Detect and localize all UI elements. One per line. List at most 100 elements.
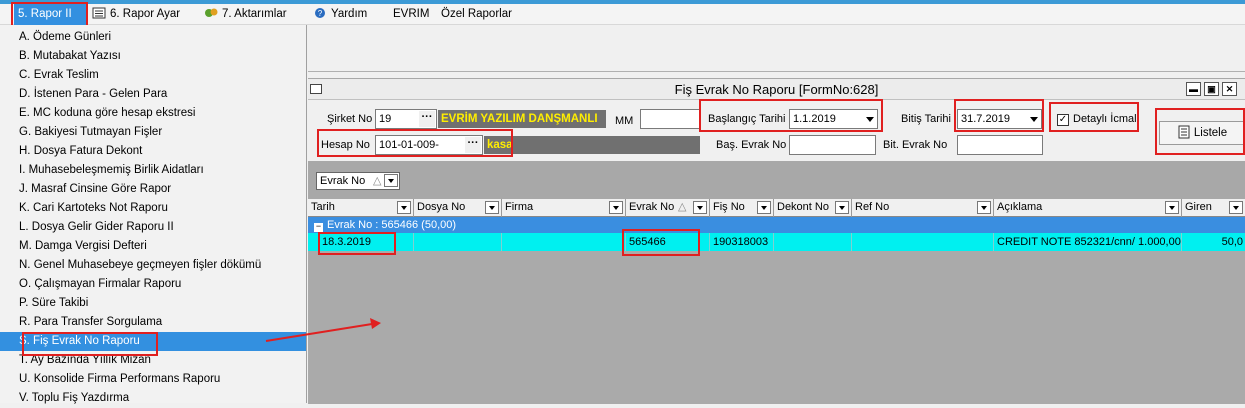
baslangic-tarihi-combo[interactable]: 1.1.2019 [789, 109, 878, 129]
close-icon[interactable]: ✕ [1222, 82, 1237, 96]
hesap-no-field[interactable]: 101-01-009- ··· [375, 135, 483, 155]
listele-button[interactable]: Listele [1159, 121, 1245, 145]
dropdown-item[interactable]: C. Evrak Teslim [0, 66, 306, 85]
dropdown-item[interactable]: A. Ödeme Günleri [0, 28, 306, 47]
column-tarih-label: Tarih [311, 201, 335, 213]
cell-fis-no: 190318003 [710, 233, 774, 251]
column-giren[interactable]: Giren [1182, 199, 1245, 217]
detayli-icmal-checkbox[interactable]: ✓ [1057, 114, 1069, 126]
column-firma[interactable]: Firma [502, 199, 626, 217]
column-aciklama-label: Açıklama [997, 201, 1043, 213]
minimize-icon[interactable]: ▬ [1186, 82, 1201, 96]
column-dekont-no[interactable]: Dekont No [774, 199, 852, 217]
cell-ref-no [852, 233, 994, 251]
group-by-label: Evrak No [320, 175, 366, 187]
dropdown-item[interactable]: K. Cari Kartoteks Not Raporu [0, 199, 306, 218]
form-title: Fiş Evrak No Raporu [FormNo:628] [674, 82, 879, 97]
column-aciklama[interactable]: Açıklama [994, 199, 1182, 217]
chevron-down-icon[interactable] [609, 201, 623, 214]
menu-aktarimlar[interactable]: 7. Aktarımlar [200, 4, 291, 25]
dropdown-item[interactable]: H. Dosya Fatura Dekont [0, 142, 306, 161]
company-name-display: EVRİM YAZILIM DANŞMANLI [438, 110, 606, 128]
bas-evrak-no-field[interactable] [789, 135, 876, 155]
dropdown-item[interactable]: B. Mutabakat Yazısı [0, 47, 306, 66]
mm-field[interactable] [640, 109, 700, 129]
sirket-no-value: 19 [379, 113, 392, 125]
dropdown-item[interactable]: S. Fiş Evrak No Raporu [0, 332, 306, 351]
column-ref-no[interactable]: Ref No [852, 199, 994, 217]
dropdown-item[interactable]: N. Genel Muhasebeye geçmeyen fişler dökü… [0, 256, 306, 275]
dropdown-item[interactable]: U. Konsolide Firma Performans Raporu [0, 370, 306, 389]
chevron-down-icon[interactable] [1030, 117, 1038, 122]
dropdown-item[interactable]: V. Toplu Fiş Yazdırma [0, 389, 306, 408]
sort-asc-icon: △ [373, 175, 382, 187]
cell-firma [502, 233, 626, 251]
dropdown-item[interactable]: E. MC koduna göre hesap ekstresi [0, 104, 306, 123]
chevron-down-icon[interactable] [1229, 201, 1243, 214]
column-fis-no[interactable]: Fiş No [710, 199, 774, 217]
cell-evrak-no: 565466 [626, 233, 710, 251]
menu-yardim[interactable]: ? Yardım [309, 4, 371, 25]
column-ref-no-label: Ref No [855, 201, 890, 213]
chevron-down-icon[interactable] [397, 201, 411, 214]
chevron-down-icon[interactable] [485, 201, 499, 214]
dropdown-item[interactable]: G. Bakiyesi Tutmayan Fişler [0, 123, 306, 142]
ellipsis-icon[interactable]: ··· [419, 111, 435, 127]
column-firma-label: Firma [505, 201, 534, 213]
report-grid: Evrak No △ Tarih Dosya No Firma Evrak No… [308, 161, 1245, 404]
dropdown-item[interactable]: J. Masraf Cinsine Göre Rapor [0, 180, 306, 199]
listele-label: Listele [1193, 127, 1228, 139]
bit-evrak-no-field[interactable] [957, 135, 1043, 155]
ellipsis-icon[interactable]: ··· [465, 137, 481, 153]
column-evrak-no[interactable]: Evrak No △ [626, 199, 710, 217]
settings-list-icon [92, 7, 106, 19]
menu-ozel-raporlar-label: Özel Raporlar [441, 8, 512, 20]
hesap-no-value: 101-01-009- [379, 139, 439, 151]
maximize-icon[interactable]: ▣ [1204, 82, 1219, 96]
menu-yardim-label: Yardım [331, 8, 368, 20]
account-name-display: kasa [484, 136, 512, 154]
dropdown-item[interactable]: R. Para Transfer Sorgulama [0, 313, 306, 332]
dropdown-item[interactable]: D. İstenen Para - Gelen Para [0, 85, 306, 104]
grid-column-header: Tarih Dosya No Firma Evrak No △ Fiş No De… [308, 199, 1245, 217]
cell-giren: 50,0 [1221, 236, 1243, 248]
sirket-no-field[interactable]: 19 ··· [375, 109, 437, 129]
chevron-down-icon[interactable] [835, 201, 849, 214]
dropdown-item[interactable]: M. Damga Vergisi Defteri [0, 237, 306, 256]
group-by-chip[interactable]: Evrak No △ [316, 172, 400, 190]
menu-rapor-ayar[interactable]: 6. Rapor Ayar [88, 4, 184, 25]
menu-ozel-raporlar[interactable]: Özel Raporlar [437, 4, 516, 25]
dropdown-item[interactable]: T. Ay Bazında Yıllık Mizan [0, 351, 306, 370]
column-evrak-no-label: Evrak No [629, 201, 675, 213]
mm-label: MM [615, 115, 634, 127]
table-row[interactable]: 18.3.2019 565466 190318003 CREDIT NOTE 8… [308, 233, 1245, 251]
chevron-down-icon[interactable] [1165, 201, 1179, 214]
column-dekont-no-label: Dekont No [777, 201, 829, 213]
menu-evrim[interactable]: EVRIM [389, 4, 433, 25]
menu-rapor-2[interactable]: 5. Rapor II [14, 4, 86, 25]
svg-text:?: ? [318, 9, 323, 18]
chevron-down-icon[interactable] [977, 201, 991, 214]
collapse-icon[interactable]: − [314, 222, 323, 232]
dropdown-item[interactable]: O. Çalışmayan Firmalar Raporu [0, 275, 306, 294]
chevron-down-icon[interactable] [693, 201, 707, 214]
column-dosya-no[interactable]: Dosya No [414, 199, 502, 217]
bitis-tarihi-combo[interactable]: 31.7.2019 [957, 109, 1042, 129]
chevron-down-icon[interactable] [384, 174, 398, 187]
chevron-down-icon[interactable] [866, 117, 874, 122]
chevron-down-icon[interactable] [757, 201, 771, 214]
bitis-tarihi-value: 31.7.2019 [961, 113, 1010, 125]
column-tarih[interactable]: Tarih [308, 199, 414, 217]
dropdown-item[interactable]: P. Süre Takibi [0, 294, 306, 313]
dropdown-item[interactable]: L. Dosya Gelir Gider Raporu II [0, 218, 306, 237]
menu-bar: 5. Rapor II 6. Rapor Ayar 7. Aktarımlar … [0, 4, 1245, 25]
transfer-icon [205, 8, 218, 17]
cell-aciklama: CREDIT NOTE 852321/cnn/ 1.000,00 [994, 233, 1182, 251]
group-by-panel: Evrak No △ [308, 161, 1245, 199]
hesap-no-label: Hesap No [321, 139, 370, 151]
baslangic-tarihi-label: Başlangıç Tarihi [708, 113, 786, 125]
dropdown-item[interactable]: I. Muhasebeleşmemiş Birlik Aidatları [0, 161, 306, 180]
column-fis-no-label: Fiş No [713, 201, 745, 213]
group-row[interactable]: − Evrak No : 565466 (50,00) [308, 217, 1245, 233]
rapor-2-dropdown: A. Ödeme Günleri B. Mutabakat Yazısı C. Ev… [0, 25, 307, 404]
